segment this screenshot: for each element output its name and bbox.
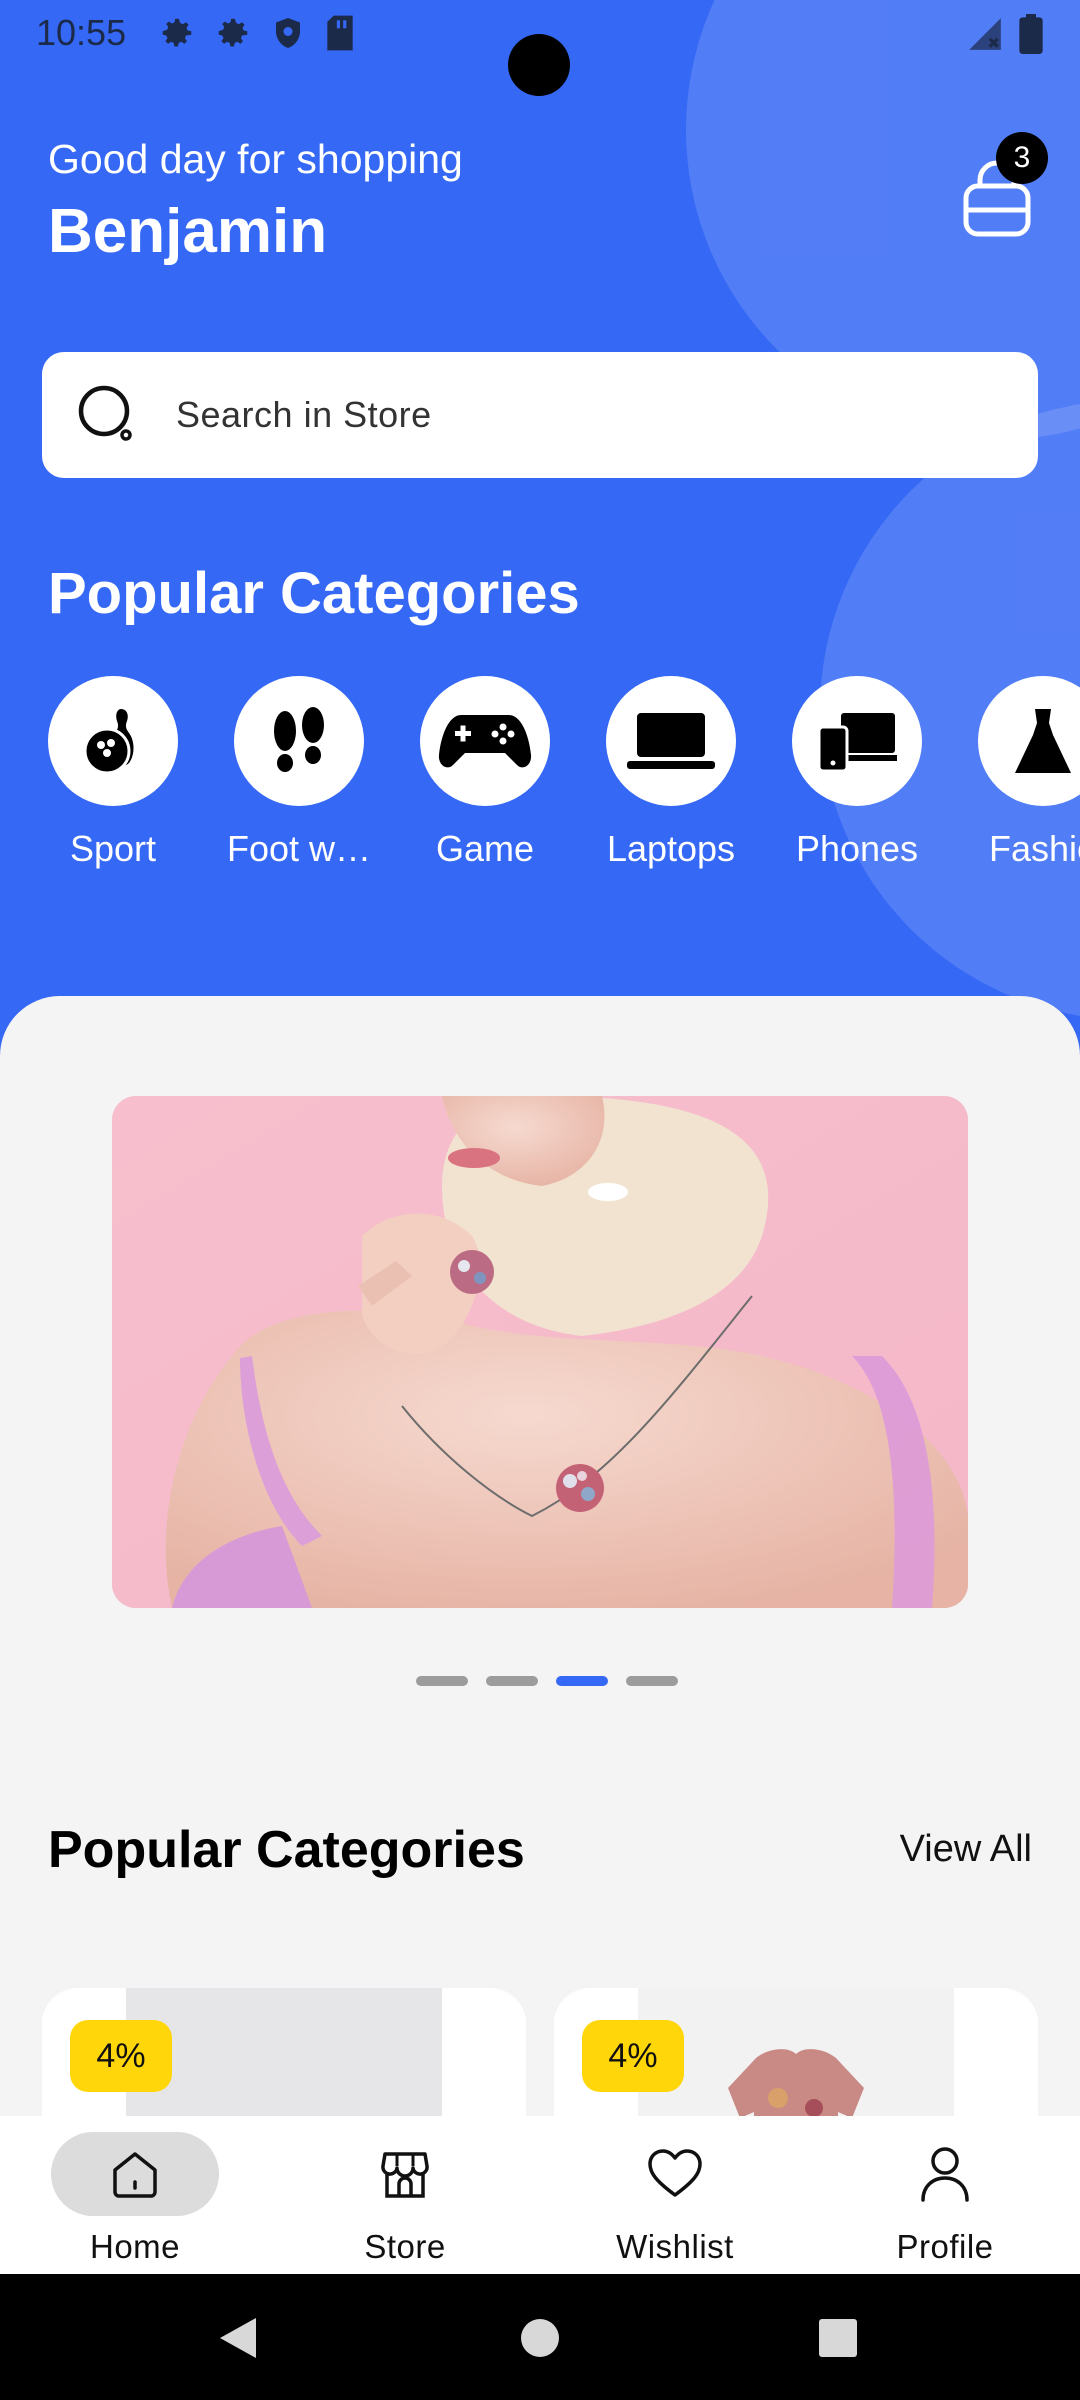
- search-icon: [78, 385, 132, 441]
- discount-badge: 4%: [582, 2020, 684, 2092]
- category-laptops[interactable]: Laptops: [606, 676, 736, 870]
- section-title-categories: Popular Categories: [48, 561, 580, 626]
- gear-icon: [162, 18, 192, 47]
- bowling-icon: [83, 709, 134, 775]
- discount-badge: 4%: [70, 2020, 172, 2092]
- search-input[interactable]: Search in Store: [42, 352, 1038, 478]
- dress-icon: [1015, 709, 1071, 773]
- recents-icon[interactable]: [818, 2318, 858, 2358]
- nav-label: Store: [364, 2228, 446, 2265]
- category-footwear[interactable]: Foot w…: [227, 676, 371, 870]
- carousel-indicator: [416, 1676, 678, 1686]
- nav-item-profile[interactable]: Profile: [845, 2132, 1045, 2266]
- header: 10:55 Good day for shopping Benjamin 3 S…: [0, 0, 1080, 1060]
- back-icon[interactable]: [218, 2316, 258, 2360]
- camera-cutout: [508, 34, 570, 96]
- view-all-link[interactable]: View All: [900, 1828, 1032, 1871]
- shield-icon: [276, 18, 300, 48]
- category-list: Sport Foot w… Game Laptops Phones Fashi: [48, 676, 1080, 870]
- status-time: 10:55: [36, 12, 127, 53]
- nav-item-home[interactable]: Home: [35, 2132, 235, 2266]
- nav-item-wishlist[interactable]: Wishlist: [575, 2132, 775, 2266]
- promo-banner[interactable]: [112, 1096, 968, 1608]
- sd-card-icon: [327, 15, 353, 51]
- carousel-dot-active[interactable]: [556, 1676, 608, 1686]
- cart-count-badge: 3: [996, 132, 1048, 184]
- category-label: Foot w…: [226, 828, 372, 869]
- user-icon: [921, 2147, 969, 2202]
- category-label: Laptops: [606, 828, 736, 869]
- nav-label: Profile: [896, 2228, 994, 2265]
- category-fashion[interactable]: Fashio: [978, 676, 1080, 870]
- footprints-icon: [274, 707, 324, 772]
- greeting-text: Good day for shopping: [48, 136, 463, 182]
- search-placeholder: Search in Store: [176, 394, 432, 435]
- status-bar: 10:55: [0, 0, 1080, 96]
- banner-image: [112, 1096, 968, 1608]
- bottom-navigation: Home Store Wishlist Profile: [0, 2116, 1080, 2274]
- home-circle-icon[interactable]: [520, 2318, 560, 2358]
- category-label: Phones: [795, 828, 919, 869]
- laptop-icon: [627, 713, 715, 769]
- category-label: Game: [435, 828, 535, 869]
- gamepad-icon: [438, 715, 532, 768]
- carousel-dot[interactable]: [486, 1676, 538, 1686]
- gear-icon: [218, 18, 248, 47]
- carousel-dot[interactable]: [626, 1676, 678, 1686]
- system-navigation-bar: [0, 2274, 1080, 2400]
- battery-icon: [1019, 14, 1043, 54]
- nav-label: Home: [89, 2228, 181, 2265]
- home-icon: [113, 2152, 157, 2198]
- username: Benjamin: [48, 197, 328, 266]
- signal-icon: [969, 18, 1001, 50]
- store-icon: [381, 2152, 429, 2198]
- category-label: Fashio: [988, 828, 1080, 869]
- category-label: Sport: [69, 828, 157, 869]
- heart-icon: [648, 2149, 702, 2197]
- section-title-products: Popular Categories: [48, 1821, 525, 1879]
- category-sport[interactable]: Sport: [48, 676, 178, 870]
- category-game[interactable]: Game: [420, 676, 550, 870]
- carousel-dot[interactable]: [416, 1676, 468, 1686]
- nav-item-store[interactable]: Store: [305, 2132, 505, 2266]
- devices-icon: [817, 713, 897, 773]
- category-phones[interactable]: Phones: [792, 676, 922, 870]
- nav-label: Wishlist: [616, 2228, 734, 2265]
